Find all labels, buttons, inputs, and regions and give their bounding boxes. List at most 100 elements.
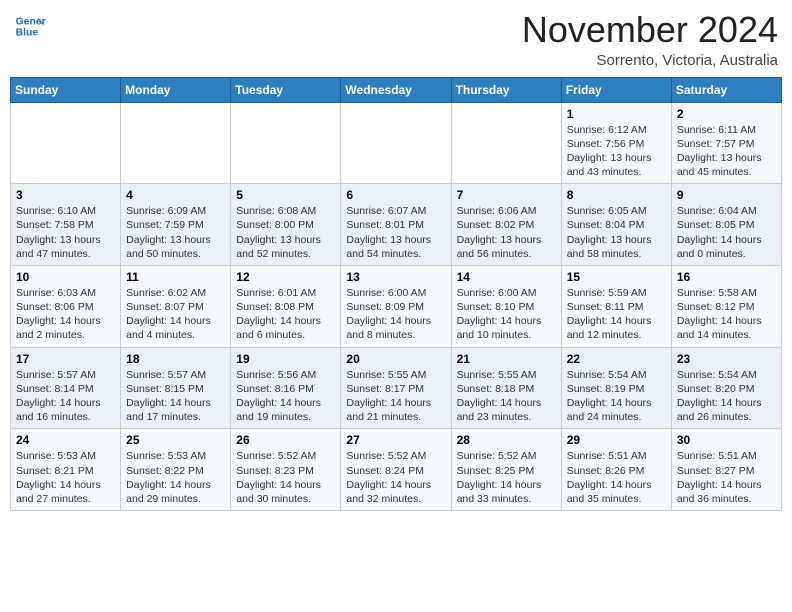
cell-content: Sunrise: 6:00 AMSunset: 8:09 PMDaylight:… <box>346 286 445 343</box>
weekday-header: Friday <box>561 77 671 102</box>
month-title: November 2024 <box>522 10 778 50</box>
calendar-cell: 30Sunrise: 5:51 AMSunset: 8:27 PMDayligh… <box>671 429 781 511</box>
weekday-header: Saturday <box>671 77 781 102</box>
cell-content: Sunrise: 6:02 AMSunset: 8:07 PMDaylight:… <box>126 286 225 343</box>
calendar-cell: 25 Sunrise: 5:53 AMSunset: 8:22 PMDayligh… <box>121 429 231 511</box>
cell-content: Sunrise: 6:04 AMSunset: 8:05 PMDaylight:… <box>677 204 776 261</box>
day-number: 15 <box>567 270 666 284</box>
cell-content: Sunrise: 6:05 AMSunset: 8:04 PMDaylight:… <box>567 204 666 261</box>
cell-content: Sunrise: 5:54 AMSunset: 8:19 PMDaylight:… <box>567 368 666 425</box>
day-number: 17 <box>16 352 115 366</box>
cell-content: Sunrise: 5:52 AMSunset: 8:23 PMDaylight:… <box>236 449 335 506</box>
calendar-cell: 20 Sunrise: 5:55 AMSunset: 8:17 PMDayligh… <box>341 347 451 429</box>
calendar-cell: 29 Sunrise: 5:51 AMSunset: 8:26 PMDayligh… <box>561 429 671 511</box>
calendar-cell: 27 Sunrise: 5:52 AMSunset: 8:24 PMDayligh… <box>341 429 451 511</box>
logo: General Blue <box>14 10 46 42</box>
day-number: 5 <box>236 188 335 202</box>
logo-icon: General Blue <box>14 10 46 42</box>
calendar-cell: 23 Sunrise: 5:54 AMSunset: 8:20 PMDayligh… <box>671 347 781 429</box>
calendar-cell <box>451 102 561 184</box>
day-number: 13 <box>346 270 445 284</box>
day-number: 12 <box>236 270 335 284</box>
calendar-cell: 3 Sunrise: 6:10 AMSunset: 7:58 PMDaylight… <box>11 184 121 266</box>
day-number: 11 <box>126 270 225 284</box>
calendar-cell: 6 Sunrise: 6:07 AMSunset: 8:01 PMDaylight… <box>341 184 451 266</box>
cell-content: Sunrise: 6:10 AMSunset: 7:58 PMDaylight:… <box>16 204 115 261</box>
weekday-header: Monday <box>121 77 231 102</box>
calendar-cell: 1 Sunrise: 6:12 AMSunset: 7:56 PMDaylight… <box>561 102 671 184</box>
cell-content: Sunrise: 5:52 AMSunset: 8:24 PMDaylight:… <box>346 449 445 506</box>
cell-content: Sunrise: 6:07 AMSunset: 8:01 PMDaylight:… <box>346 204 445 261</box>
day-number: 6 <box>346 188 445 202</box>
day-number: 16 <box>677 270 776 284</box>
day-number: 1 <box>567 107 666 121</box>
day-number: 21 <box>457 352 556 366</box>
cell-content: Sunrise: 5:55 AMSunset: 8:18 PMDaylight:… <box>457 368 556 425</box>
day-number: 9 <box>677 188 776 202</box>
day-number: 8 <box>567 188 666 202</box>
calendar-week-row: 10Sunrise: 6:03 AMSunset: 8:06 PMDayligh… <box>11 265 782 347</box>
day-number: 19 <box>236 352 335 366</box>
day-number: 23 <box>677 352 776 366</box>
calendar-cell: 12 Sunrise: 6:01 AMSunset: 8:08 PMDayligh… <box>231 265 341 347</box>
calendar-cell: 17Sunrise: 5:57 AMSunset: 8:14 PMDayligh… <box>11 347 121 429</box>
cell-content: Sunrise: 6:00 AMSunset: 8:10 PMDaylight:… <box>457 286 556 343</box>
calendar-week-row: 17Sunrise: 5:57 AMSunset: 8:14 PMDayligh… <box>11 347 782 429</box>
page-header: General Blue November 2024 Sorrento, Vic… <box>10 10 782 69</box>
calendar-cell: 28 Sunrise: 5:52 AMSunset: 8:25 PMDayligh… <box>451 429 561 511</box>
cell-content: Sunrise: 5:53 AMSunset: 8:22 PMDaylight:… <box>126 449 225 506</box>
cell-content: Sunrise: 5:59 AMSunset: 8:11 PMDaylight:… <box>567 286 666 343</box>
day-number: 18 <box>126 352 225 366</box>
calendar-table: SundayMondayTuesdayWednesdayThursdayFrid… <box>10 77 782 511</box>
calendar-cell: 4Sunrise: 6:09 AMSunset: 7:59 PMDaylight… <box>121 184 231 266</box>
weekday-header: Tuesday <box>231 77 341 102</box>
day-number: 29 <box>567 433 666 447</box>
day-number: 2 <box>677 107 776 121</box>
cell-content: Sunrise: 5:52 AMSunset: 8:25 PMDaylight:… <box>457 449 556 506</box>
calendar-cell: 15 Sunrise: 5:59 AMSunset: 8:11 PMDayligh… <box>561 265 671 347</box>
day-number: 14 <box>457 270 556 284</box>
day-number: 28 <box>457 433 556 447</box>
calendar-cell: 5Sunrise: 6:08 AMSunset: 8:00 PMDaylight… <box>231 184 341 266</box>
svg-text:Blue: Blue <box>16 28 39 39</box>
calendar-cell: 9 Sunrise: 6:04 AMSunset: 8:05 PMDaylight… <box>671 184 781 266</box>
calendar-cell: 26 Sunrise: 5:52 AMSunset: 8:23 PMDayligh… <box>231 429 341 511</box>
calendar-cell: 16Sunrise: 5:58 AMSunset: 8:12 PMDayligh… <box>671 265 781 347</box>
calendar-cell: 2 Sunrise: 6:11 AMSunset: 7:57 PMDaylight… <box>671 102 781 184</box>
cell-content: Sunrise: 5:55 AMSunset: 8:17 PMDaylight:… <box>346 368 445 425</box>
cell-content: Sunrise: 5:51 AMSunset: 8:27 PMDaylight:… <box>677 449 776 506</box>
calendar-cell: 14 Sunrise: 6:00 AMSunset: 8:10 PMDayligh… <box>451 265 561 347</box>
calendar-cell: 19Sunrise: 5:56 AMSunset: 8:16 PMDayligh… <box>231 347 341 429</box>
day-number: 20 <box>346 352 445 366</box>
calendar-cell: 21 Sunrise: 5:55 AMSunset: 8:18 PMDayligh… <box>451 347 561 429</box>
calendar-cell <box>121 102 231 184</box>
cell-content: Sunrise: 6:11 AMSunset: 7:57 PMDaylight:… <box>677 123 776 180</box>
cell-content: Sunrise: 6:03 AMSunset: 8:06 PMDaylight:… <box>16 286 115 343</box>
weekday-header: Sunday <box>11 77 121 102</box>
calendar-cell: 18Sunrise: 5:57 AMSunset: 8:15 PMDayligh… <box>121 347 231 429</box>
day-number: 3 <box>16 188 115 202</box>
calendar-cell <box>231 102 341 184</box>
calendar-week-row: 3 Sunrise: 6:10 AMSunset: 7:58 PMDaylight… <box>11 184 782 266</box>
calendar-cell: 10Sunrise: 6:03 AMSunset: 8:06 PMDayligh… <box>11 265 121 347</box>
day-number: 26 <box>236 433 335 447</box>
cell-content: Sunrise: 6:06 AMSunset: 8:02 PMDaylight:… <box>457 204 556 261</box>
day-number: 22 <box>567 352 666 366</box>
calendar-cell <box>11 102 121 184</box>
cell-content: Sunrise: 5:54 AMSunset: 8:20 PMDaylight:… <box>677 368 776 425</box>
day-number: 24 <box>16 433 115 447</box>
cell-content: Sunrise: 6:01 AMSunset: 8:08 PMDaylight:… <box>236 286 335 343</box>
calendar-cell <box>341 102 451 184</box>
weekday-header: Thursday <box>451 77 561 102</box>
location-subtitle: Sorrento, Victoria, Australia <box>522 52 778 69</box>
weekday-header-row: SundayMondayTuesdayWednesdayThursdayFrid… <box>11 77 782 102</box>
day-number: 25 <box>126 433 225 447</box>
calendar-week-row: 24Sunrise: 5:53 AMSunset: 8:21 PMDayligh… <box>11 429 782 511</box>
calendar-cell: 24Sunrise: 5:53 AMSunset: 8:21 PMDayligh… <box>11 429 121 511</box>
weekday-header: Wednesday <box>341 77 451 102</box>
cell-content: Sunrise: 6:12 AMSunset: 7:56 PMDaylight:… <box>567 123 666 180</box>
cell-content: Sunrise: 5:51 AMSunset: 8:26 PMDaylight:… <box>567 449 666 506</box>
day-number: 27 <box>346 433 445 447</box>
calendar-cell: 8 Sunrise: 6:05 AMSunset: 8:04 PMDaylight… <box>561 184 671 266</box>
day-number: 4 <box>126 188 225 202</box>
